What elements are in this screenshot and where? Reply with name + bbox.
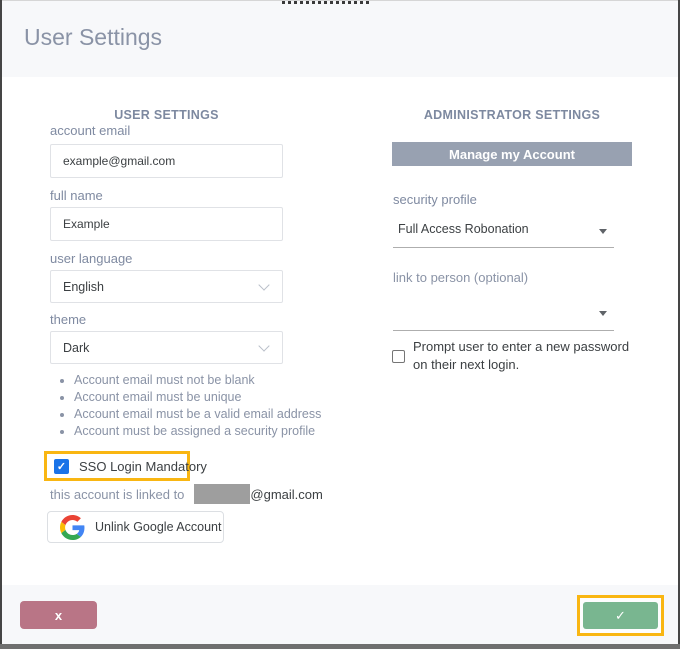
- confirm-button-highlight: ✓: [577, 595, 664, 636]
- link-to-person-label: link to person (optional): [393, 270, 528, 285]
- account-email-input[interactable]: [50, 144, 283, 178]
- theme-select[interactable]: Dark: [50, 331, 283, 364]
- unlink-google-account-label: Unlink Google Account: [95, 520, 221, 534]
- cancel-button[interactable]: x: [20, 601, 97, 629]
- user-settings-modal: User Settings USER SETTINGS account emai…: [0, 0, 680, 649]
- confirm-button[interactable]: ✓: [583, 602, 658, 629]
- unlink-google-account-button[interactable]: Unlink Google Account: [47, 511, 224, 543]
- validation-rule: Account email must not be blank: [74, 372, 321, 389]
- validation-rule: Account email must be unique: [74, 389, 321, 406]
- google-logo-icon: [60, 515, 85, 540]
- security-profile-label: security profile: [393, 192, 477, 207]
- chevron-down-icon: [258, 340, 269, 351]
- validation-rules-list: Account email must not be blank Account …: [58, 372, 321, 440]
- link-to-person-select-underline: [393, 330, 614, 331]
- security-profile-select-value[interactable]: Full Access Robonation: [398, 222, 529, 236]
- validation-rule: Account must be assigned a security prof…: [74, 423, 321, 440]
- administrator-settings-heading: ADMINISTRATOR SETTINGS: [392, 108, 632, 122]
- user-language-value: English: [63, 280, 104, 294]
- theme-value: Dark: [63, 341, 89, 355]
- full-name-input[interactable]: [50, 207, 283, 241]
- linked-account-prefix: this account is linked to: [50, 487, 184, 502]
- linked-account-suffix: @gmail.com: [250, 487, 322, 502]
- user-language-select[interactable]: English: [50, 270, 283, 303]
- checked-checkbox-icon[interactable]: ✓: [54, 459, 69, 474]
- prompt-password-label: Prompt user to enter a new password on t…: [413, 338, 631, 373]
- dropdown-arrow-icon[interactable]: [599, 229, 607, 234]
- window-edge: [0, 0, 680, 1]
- user-settings-heading: USER SETTINGS: [50, 108, 283, 122]
- manage-my-account-button[interactable]: Manage my Account: [392, 142, 632, 166]
- security-profile-select-underline: [393, 247, 614, 248]
- user-language-label: user language: [50, 251, 132, 266]
- sso-login-mandatory-label: SSO Login Mandatory: [79, 459, 207, 474]
- account-email-label: account email: [50, 123, 130, 138]
- validation-rule: Account email must be a valid email addr…: [74, 406, 321, 423]
- prompt-password-checkbox[interactable]: [392, 350, 405, 363]
- full-name-label: full name: [50, 188, 103, 203]
- linked-account-row: this account is linked to @gmail.com: [50, 484, 323, 504]
- window-edge: [0, 0, 2, 649]
- theme-label: theme: [50, 312, 86, 327]
- redacted-email-block: [194, 484, 250, 504]
- page-title: User Settings: [24, 24, 162, 51]
- chevron-down-icon: [258, 279, 269, 290]
- window-edge: [0, 644, 680, 649]
- sso-login-mandatory-checkbox-row[interactable]: ✓ SSO Login Mandatory: [44, 451, 190, 481]
- dropdown-arrow-icon[interactable]: [599, 311, 607, 316]
